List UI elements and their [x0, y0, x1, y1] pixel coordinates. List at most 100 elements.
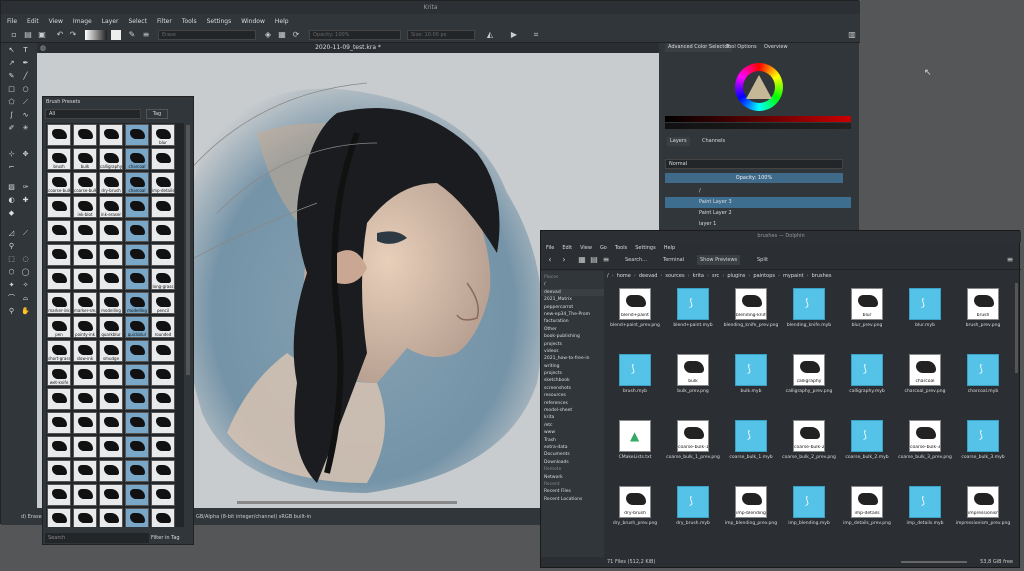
breadcrumb-segment[interactable]: src	[712, 273, 719, 279]
breadcrumb-segment[interactable]: krita	[693, 273, 704, 279]
brush-preset-tile[interactable]	[47, 220, 71, 242]
text-tool-icon[interactable]: T	[21, 46, 30, 55]
similar-select-icon[interactable]: ✧	[21, 281, 30, 290]
color-triangle[interactable]	[744, 73, 774, 101]
menu-select[interactable]: Select	[128, 18, 147, 25]
menu-go[interactable]: Go	[600, 245, 607, 251]
brush-preset-tile[interactable]	[73, 124, 97, 146]
split-button[interactable]: Split	[757, 257, 768, 263]
brush-preset-tile[interactable]	[151, 388, 175, 410]
brush-preset-tile[interactable]: ink-blot	[73, 196, 97, 218]
file-item[interactable]: charcoal charcoal_prev.png	[897, 349, 953, 415]
brush-preset-tile[interactable]	[151, 244, 175, 266]
brush-preset-tile[interactable]: bulk	[73, 148, 97, 170]
gradient-picker[interactable]	[85, 30, 107, 40]
breadcrumb-segment[interactable]: deevad	[639, 273, 658, 279]
brush-preset-tile[interactable]	[151, 196, 175, 218]
place-item[interactable]: extra-data	[541, 444, 604, 451]
place-item[interactable]: projects	[541, 370, 604, 377]
dynamic-brush-icon[interactable]: ✐	[7, 124, 16, 133]
file-item[interactable]: ⟆ brush.myb	[607, 349, 663, 415]
filter-in-tag-checkbox[interactable]: Filter in Tag	[151, 533, 180, 543]
brush-preset-tile[interactable]: modelling	[99, 292, 123, 314]
layer-row[interactable]: layer 1	[665, 219, 851, 230]
file-item[interactable]: blend+paint blend+paint_prev.png	[607, 283, 663, 349]
brush-preset-tile[interactable]: short-grass	[47, 340, 71, 362]
brush-preset-tile[interactable]: modelling	[125, 292, 149, 314]
back-icon[interactable]: ‹	[545, 255, 555, 265]
place-item[interactable]: Other	[541, 326, 604, 333]
breadcrumb-segment[interactable]: plugins	[727, 273, 745, 279]
edit-shape-icon[interactable]: ↗	[7, 59, 16, 68]
layer-row[interactable]: /	[665, 186, 851, 197]
place-item[interactable]: new-ep34_The-Prom	[541, 311, 604, 318]
place-item[interactable]: peppercarrot	[541, 304, 604, 311]
file-item[interactable]: coarse-bulk-2 coarse_bulk_2_prev.png	[781, 415, 837, 481]
polygon-tool-icon[interactable]: ⬠	[7, 98, 16, 107]
bezier-select-icon[interactable]: ⌒	[7, 294, 16, 303]
file-item[interactable]: calligraphy calligraphy_prev.png	[781, 349, 837, 415]
brush-preset-tile[interactable]	[125, 124, 149, 146]
tag-button[interactable]: Tag	[146, 109, 168, 119]
forward-icon[interactable]: ›	[559, 255, 569, 265]
opacity-slider[interactable]: Opacity: 100%	[309, 30, 401, 40]
transform-tool-icon[interactable]: ⊹	[7, 150, 16, 159]
horizontal-scrollbar[interactable]	[237, 501, 457, 504]
contiguous-select-icon[interactable]: ✦	[7, 281, 16, 290]
breadcrumb-segment[interactable]: brushes	[812, 273, 832, 279]
breadcrumb-segment[interactable]: paintops	[753, 273, 775, 279]
brush-preset-tile[interactable]: smudge	[99, 340, 123, 362]
brush-preset-tile[interactable]	[99, 436, 123, 458]
layer-blend-mode[interactable]: Normal	[665, 159, 843, 169]
brush-preset-tile[interactable]	[47, 124, 71, 146]
brush-preset-tile[interactable]: slow-ink	[73, 340, 97, 362]
open-file-icon[interactable]: ▤	[23, 30, 33, 40]
reference-tool-icon[interactable]: ⚲	[7, 242, 16, 251]
layer-opacity[interactable]: Opacity: 100%	[665, 173, 843, 183]
colorize-mask-icon[interactable]: ◐	[7, 196, 16, 205]
smart-patch-icon[interactable]: ✚	[21, 196, 30, 205]
brush-preset-tile[interactable]	[99, 268, 123, 290]
brush-preset-tile[interactable]	[47, 388, 71, 410]
ellipse-tool-icon[interactable]: ○	[21, 85, 30, 94]
preset-scrollbar[interactable]	[186, 125, 190, 375]
place-item[interactable]: 2021_how-to-free-in	[541, 355, 604, 362]
brush-preset-tile[interactable]	[73, 220, 97, 242]
search-button[interactable]: Search...	[625, 257, 647, 263]
brush-preset-tile[interactable]	[151, 220, 175, 242]
file-item[interactable]: impressionism impressionism_prev.png	[955, 481, 1011, 547]
brush-preset-tile[interactable]	[73, 364, 97, 386]
polyline-tool-icon[interactable]: ⟋	[21, 98, 30, 107]
brush-preset-tile[interactable]: dry-brush	[99, 172, 123, 194]
menu-edit[interactable]: Edit	[562, 245, 572, 251]
brush-preset-tile[interactable]	[47, 436, 71, 458]
rectangle-tool-icon[interactable]: □	[7, 85, 16, 94]
place-item[interactable]: deevad	[541, 288, 604, 297]
blend-mode-select[interactable]: Erase	[158, 30, 256, 40]
brush-preset-tile[interactable]: rounded	[151, 316, 175, 338]
brush-preset-tile[interactable]	[73, 460, 97, 482]
save-icon[interactable]: ▣	[37, 30, 47, 40]
place-item[interactable]: projects	[541, 341, 604, 348]
move-tool-icon[interactable]: ✥	[21, 150, 30, 159]
menu-view[interactable]: View	[580, 245, 592, 251]
breadcrumb-segment[interactable]: /	[607, 273, 609, 279]
size-slider[interactable]: Size: 10.00 px	[407, 30, 475, 40]
compact-view-icon[interactable]: ▤	[589, 255, 599, 265]
brush-preset-tile[interactable]	[47, 508, 71, 527]
freehand-brush-icon[interactable]: ✎	[7, 72, 16, 81]
new-file-icon[interactable]: ▫	[9, 30, 19, 40]
measure-tool-icon[interactable]: ⟋	[21, 229, 30, 238]
menu-layer[interactable]: Layer	[102, 18, 119, 25]
tab-overview[interactable]: Overview	[761, 43, 791, 52]
brush-preset-tile[interactable]	[125, 412, 149, 434]
file-item[interactable]: brush brush_prev.png	[955, 283, 1011, 349]
brush-preset-tile[interactable]	[151, 460, 175, 482]
file-item[interactable]: ⟆ dry_brush.myb	[665, 481, 721, 547]
layer-row[interactable]: Paint Layer 2	[665, 208, 851, 219]
place-item[interactable]: model-sheet	[541, 407, 604, 414]
mirror-horizontal-icon[interactable]: ◭	[485, 30, 495, 40]
brush-preset-tile[interactable]: coarse-bulk-1	[47, 172, 71, 194]
menu-settings[interactable]: Settings	[207, 18, 232, 25]
brush-preset-tile[interactable]	[99, 388, 123, 410]
